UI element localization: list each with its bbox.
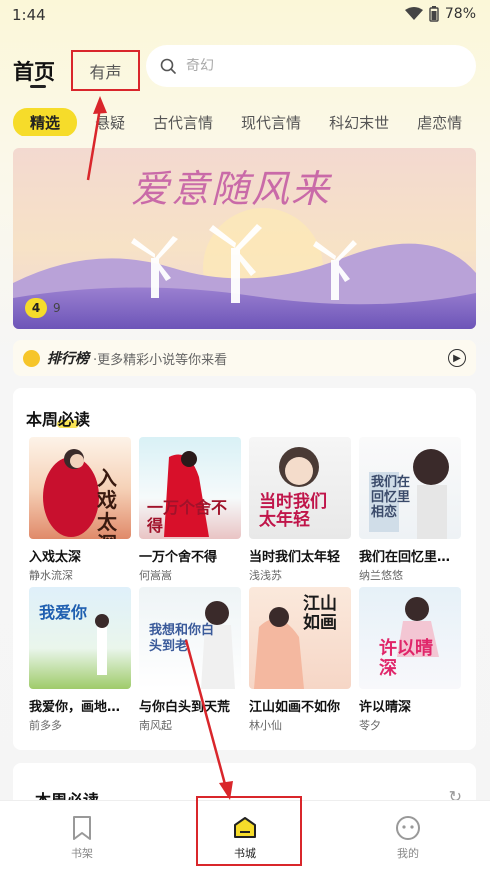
- banner-title: 爱意随风来: [131, 167, 332, 211]
- ranking-subtitle: ·更多精彩小说等你来看: [93, 352, 228, 368]
- chevron-right-icon[interactable]: ▶: [448, 349, 466, 367]
- book-item[interactable]: 我想和你白头到老 与你白头到天荒 南风起: [139, 587, 241, 733]
- cover-text: 我爱你: [39, 603, 88, 622]
- section-title: 本周必读: [26, 410, 91, 429]
- status-icons: 78%: [404, 6, 476, 22]
- book-title: 我爱你，画地为...: [29, 700, 131, 715]
- status-bar: 1:44 78%: [0, 0, 490, 30]
- book-author: 林小仙: [249, 719, 282, 732]
- book-item[interactable]: 我们在回忆里相恋 我们在回忆里相... 纳兰悠悠: [359, 437, 461, 583]
- book-author: 前多多: [29, 719, 62, 732]
- tab-home-underline: [30, 85, 46, 88]
- book-cover: 当时我们太年轻: [249, 437, 351, 539]
- bookmark-icon: [73, 816, 91, 840]
- book-item[interactable]: 一万个舍不得 一万个舍不得 何嵩嵩: [139, 437, 241, 583]
- book-cover: 江山如画: [249, 587, 351, 689]
- book-cover: 我爱你: [29, 587, 131, 689]
- book-title: 入戏太深: [29, 550, 82, 565]
- banner-page-indicator: 4 9: [25, 298, 61, 318]
- category-featured[interactable]: 精选: [13, 108, 78, 136]
- tab-audio-label: 有声: [89, 62, 122, 82]
- search-input[interactable]: [186, 58, 446, 74]
- book-cover: 许以晴深: [359, 587, 461, 689]
- book-title: 我们在回忆里相...: [359, 550, 461, 565]
- book-author: 苓夕: [359, 719, 381, 732]
- category-tabs: 精选 悬疑 古代言情 现代言情 科幻末世 虐恋情: [13, 108, 490, 136]
- wifi-icon: [404, 7, 423, 20]
- tab-home[interactable]: 首页: [13, 56, 55, 86]
- battery-icon: [429, 6, 439, 22]
- category-modern-romance[interactable]: 现代言情: [241, 112, 301, 133]
- category-scifi[interactable]: 科幻末世: [329, 112, 389, 133]
- search-icon: [160, 58, 176, 74]
- book-title: 江山如画不如你: [249, 700, 341, 715]
- book-cover: 入戏太深: [29, 437, 131, 539]
- cover-text: 江山如画: [303, 594, 337, 633]
- cover-text: 一万个舍不得: [147, 498, 228, 535]
- cover-text: 当时我们太年轻: [259, 492, 327, 530]
- banner-current-page: 4: [25, 298, 47, 318]
- book-item[interactable]: 许以晴深 许以晴深 苓夕: [359, 587, 461, 733]
- ranking-icon: [23, 349, 40, 367]
- book-title: 一万个舍不得: [139, 550, 218, 565]
- nav-mine-label: 我的: [397, 847, 419, 860]
- top-header: 首页 有声: [0, 40, 490, 94]
- nav-mine[interactable]: 我的: [356, 801, 460, 871]
- category-ancient-romance[interactable]: 古代言情: [153, 112, 213, 133]
- book-item[interactable]: 江山如画 江山如画不如你 林小仙: [249, 587, 351, 733]
- ranking-title: 排行榜: [47, 351, 89, 367]
- status-time: 1:44: [12, 6, 46, 24]
- category-angst[interactable]: 虐恋情: [417, 112, 462, 133]
- battery-level: 78%: [444, 6, 476, 22]
- book-author: 南风起: [139, 719, 172, 732]
- search-box[interactable]: [146, 45, 476, 87]
- banner-carousel[interactable]: 爱意随风来 4 9: [13, 148, 476, 329]
- cover-text: 许以晴深: [379, 638, 433, 679]
- book-item[interactable]: 我爱你 我爱你，画地为... 前多多: [29, 587, 131, 733]
- book-cover: 我们在回忆里相恋: [359, 437, 461, 539]
- nav-shelf[interactable]: 书架: [30, 801, 134, 871]
- cover-text: 我们在回忆里相恋: [371, 475, 411, 520]
- book-cover: 一万个舍不得: [139, 437, 241, 539]
- book-title: 与你白头到天荒: [139, 700, 231, 715]
- book-item[interactable]: 当时我们太年轻 当时我们太年轻 浅浅苏: [249, 437, 351, 583]
- category-suspense[interactable]: 悬疑: [95, 112, 125, 133]
- weekly-must-read-card: 本周必读 入戏太深 入戏太深 静水流深 一万个舍不得 一万个舍不得 何嵩嵩 当时…: [13, 388, 476, 750]
- tab-audio[interactable]: 有声: [71, 50, 140, 91]
- profile-icon: [396, 816, 420, 840]
- book-title: 当时我们太年轻: [249, 550, 341, 565]
- cover-text: 入戏太深: [97, 466, 117, 539]
- book-author: 何嵩嵩: [139, 569, 172, 582]
- book-cover: 我想和你白头到老: [139, 587, 241, 689]
- book-author: 纳兰悠悠: [359, 569, 403, 582]
- book-item[interactable]: 入戏太深 入戏太深 静水流深: [29, 437, 131, 583]
- banner-total-pages: 9: [53, 301, 61, 315]
- book-title: 许以晴深: [359, 700, 412, 715]
- nav-shelf-label: 书架: [71, 847, 93, 860]
- cover-text: 我想和你白头到老: [149, 623, 215, 654]
- book-author: 静水流深: [29, 569, 73, 582]
- ranking-bar[interactable]: 排行榜 ·更多精彩小说等你来看 ▶: [13, 340, 476, 376]
- book-author: 浅浅苏: [249, 569, 282, 582]
- annotation-box: [196, 796, 302, 866]
